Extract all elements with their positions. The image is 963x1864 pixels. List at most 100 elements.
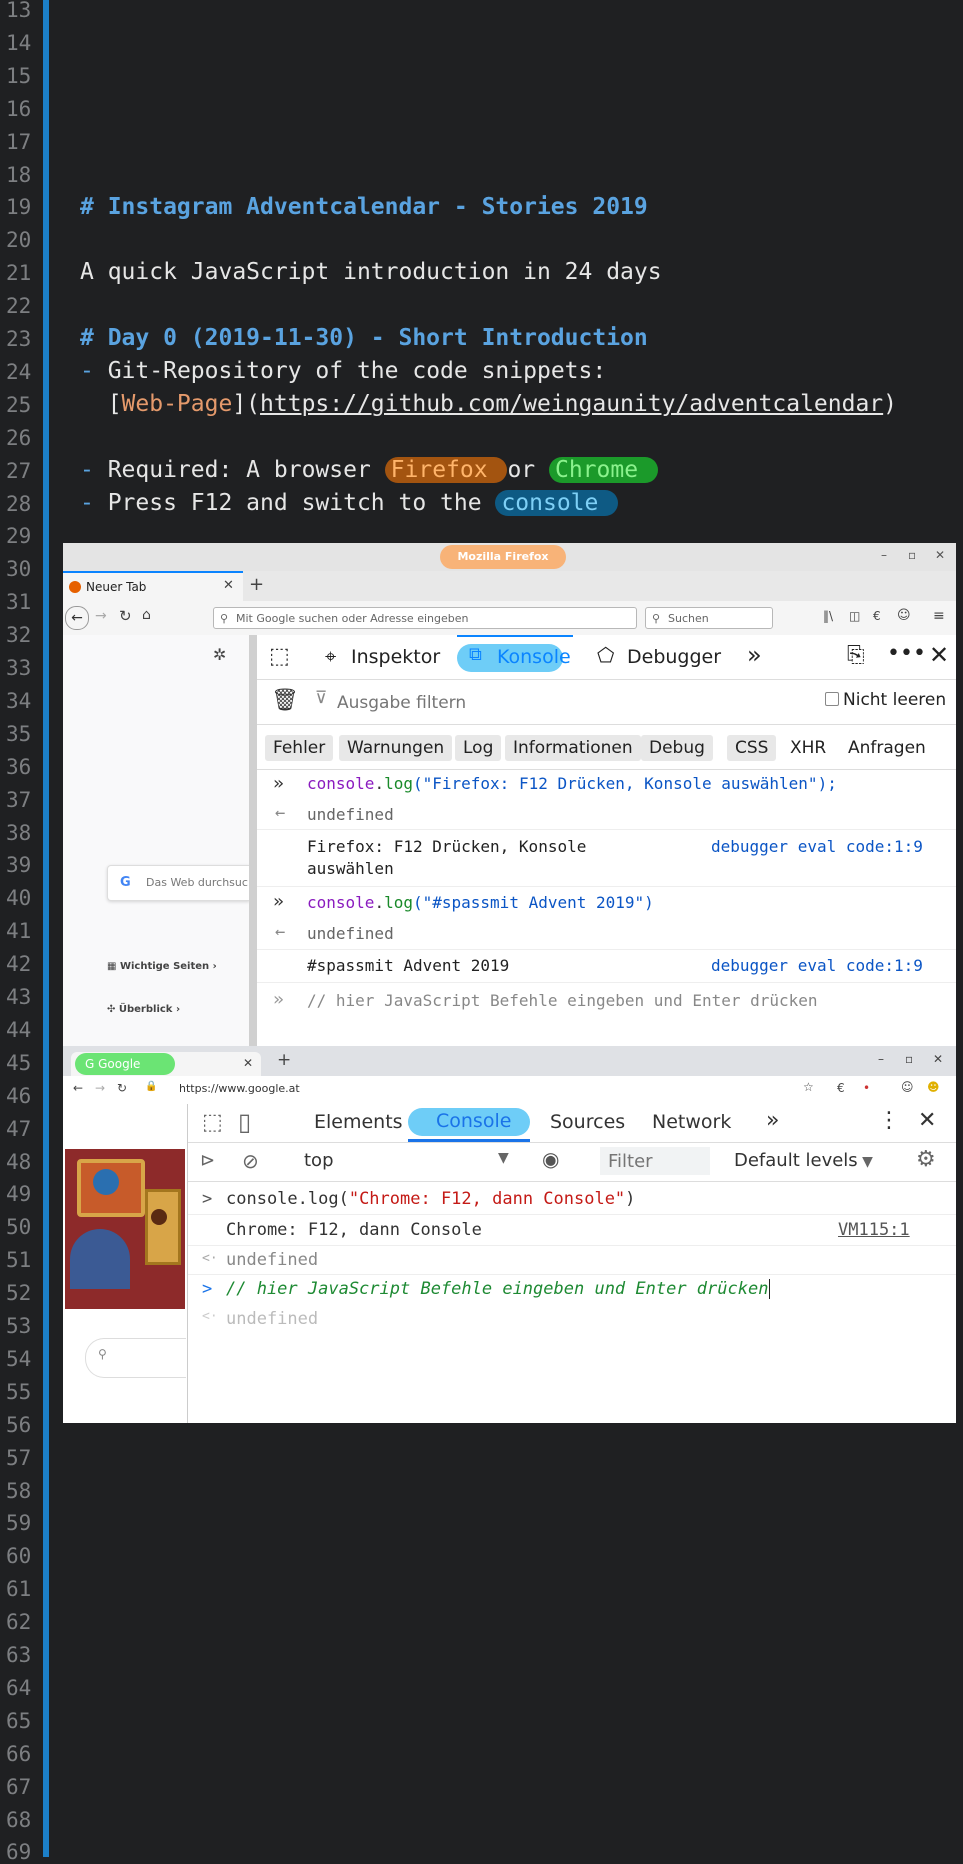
reload-icon[interactable]: ↻ xyxy=(119,607,132,625)
line-number: 37 xyxy=(6,787,32,812)
level-log[interactable]: Log xyxy=(455,735,502,761)
filter-xhr[interactable]: XHR xyxy=(782,735,834,761)
console-log-row: Chrome: F12, dann Console VM115:1 xyxy=(188,1215,956,1246)
extension-icon[interactable]: € xyxy=(837,1081,845,1095)
log-source-link[interactable]: debugger eval code:1:9 xyxy=(711,837,923,856)
extension-icon[interactable]: € xyxy=(873,609,881,623)
tab-sources[interactable]: Sources xyxy=(550,1111,625,1133)
highlights-toggle[interactable]: ✣ Überblick › xyxy=(107,1004,180,1015)
eye-icon[interactable]: ◉ xyxy=(542,1147,559,1171)
tab-elements[interactable]: Elements xyxy=(314,1111,403,1133)
list-item-required[interactable]: - Required: A browser Firefox or Chrome xyxy=(80,457,658,483)
search-placeholder: Suchen xyxy=(668,612,709,625)
element-picker-icon[interactable]: ⬚ xyxy=(269,644,290,669)
menu-icon[interactable]: ≡ xyxy=(933,608,945,624)
window-title: Mozilla Firefox xyxy=(440,545,566,569)
line-number: 41 xyxy=(6,919,32,944)
console-icon: ⧉ xyxy=(469,644,482,665)
tab-close-icon[interactable]: ✕ xyxy=(243,1056,253,1070)
minimize-icon[interactable]: – xyxy=(878,1052,884,1066)
trash-icon[interactable]: 🗑 xyxy=(271,688,299,713)
tab-console[interactable]: Console xyxy=(408,1104,530,1142)
debugger-icon: ⬠ xyxy=(597,643,615,667)
forward-icon[interactable]: → xyxy=(95,608,107,624)
clear-console-icon[interactable]: ⊘ xyxy=(242,1149,259,1173)
console-input-row[interactable]: » console.log("#spassmit Advent 2019") xyxy=(257,887,956,917)
log-source-link[interactable]: debugger eval code:1:9 xyxy=(711,956,923,975)
persist-checkbox[interactable] xyxy=(825,692,839,706)
url-bar[interactable]: ⚲ Mit Google suchen oder Adresse eingebe… xyxy=(213,607,637,629)
new-tab-icon[interactable]: + xyxy=(249,574,264,595)
web-search-box[interactable]: G Das Web durchsuc xyxy=(107,865,250,901)
list-item-press-f12[interactable]: - Press F12 and switch to the console xyxy=(80,490,619,516)
forward-icon[interactable]: → xyxy=(95,1081,105,1095)
minimize-icon[interactable]: – xyxy=(881,548,887,562)
prompt-chevron-icon: > xyxy=(202,1279,213,1299)
repo-url-link[interactable]: https://github.com/weingaunity/adventcal… xyxy=(260,391,883,417)
log-source-link[interactable]: VM115:1 xyxy=(838,1220,910,1240)
maximize-icon[interactable]: ▫ xyxy=(905,1052,913,1066)
more-options-icon[interactable]: ⋮ xyxy=(878,1108,900,1133)
more-tabs-icon[interactable]: » xyxy=(766,1108,779,1133)
intro-line[interactable]: A quick JavaScript introduction in 24 da… xyxy=(80,259,662,285)
level-informationen[interactable]: Informationen xyxy=(505,735,641,761)
tab-network[interactable]: Network xyxy=(652,1111,731,1133)
more-options-icon[interactable]: ••• xyxy=(887,641,926,666)
console-input-row[interactable]: > console.log("Chrome: F12, dann Console… xyxy=(188,1184,956,1215)
google-search-box[interactable]: ⚲ xyxy=(85,1338,186,1378)
more-tabs-icon[interactable]: » xyxy=(747,641,762,669)
element-picker-icon[interactable]: ⬚ xyxy=(202,1110,223,1135)
account-icon[interactable]: ☺ xyxy=(897,608,911,623)
line-number: 58 xyxy=(6,1478,32,1503)
console-filter-bar: ⊳ ⊘ top ▼ ◉ Default levels ▼ ⚙ xyxy=(188,1143,956,1182)
close-devtools-icon[interactable]: ✕ xyxy=(918,1108,936,1133)
line-number: 27 xyxy=(6,458,32,483)
back-icon[interactable]: ← xyxy=(65,606,89,630)
devtools-splitter[interactable] xyxy=(249,635,257,1047)
close-devtools-icon[interactable]: ✕ xyxy=(929,641,949,669)
maximize-icon[interactable]: ▫ xyxy=(908,548,916,562)
tab-neuer-tab[interactable]: Neuer Tab ✕ xyxy=(63,571,243,601)
console-prompt[interactable]: » // hier JavaScript Befehle eingeben un… xyxy=(257,985,956,1017)
level-debug[interactable]: Debug xyxy=(641,735,713,761)
sidebar-icon[interactable]: ◫ xyxy=(849,609,860,623)
close-icon[interactable]: ✕ xyxy=(935,548,945,562)
new-tab-icon[interactable]: + xyxy=(277,1050,291,1070)
gear-icon[interactable]: ✲ xyxy=(213,645,226,664)
level-warnungen[interactable]: Warnungen xyxy=(339,735,453,761)
console-filter-input[interactable] xyxy=(600,1147,710,1175)
line-number: 35 xyxy=(6,721,32,746)
url-text[interactable]: https://www.google.at xyxy=(179,1082,300,1095)
responsive-mode-icon[interactable]: ⎘ xyxy=(847,643,865,668)
markdown-link-line[interactable]: [Web-Page](https://github.com/weingaunit… xyxy=(80,391,897,417)
close-icon[interactable]: ✕ xyxy=(933,1052,943,1066)
sidebar-toggle-icon[interactable]: ⊳ xyxy=(200,1150,215,1171)
account-icon[interactable]: ☺ xyxy=(901,1080,914,1094)
menu-icon[interactable]: ☻ xyxy=(927,1080,940,1094)
heading-day0[interactable]: # Day 0 (2019-11-30) - Short Introductio… xyxy=(80,325,648,351)
heading-instagram[interactable]: # Instagram Adventcalendar - Stories 201… xyxy=(80,194,648,220)
console-filter-input[interactable] xyxy=(335,688,719,718)
level-fehler[interactable]: Fehler xyxy=(265,735,334,761)
reload-icon[interactable]: ↻ xyxy=(117,1081,127,1095)
filter-css[interactable]: CSS xyxy=(727,735,777,761)
console-prompt[interactable]: > // hier JavaScript Befehle eingeben un… xyxy=(188,1275,956,1305)
gear-icon[interactable]: ⚙ xyxy=(916,1147,936,1172)
list-item-git-repo[interactable]: - Git-Repository of the code snippets: xyxy=(80,358,606,384)
tab-console[interactable]: ⧉ Konsole xyxy=(457,635,573,679)
device-toolbar-icon[interactable]: ▯ xyxy=(238,1108,251,1136)
top-sites-toggle[interactable]: ▦ Wichtige Seiten › xyxy=(107,961,217,972)
tab-close-icon[interactable]: ✕ xyxy=(223,578,234,593)
back-icon[interactable]: ← xyxy=(73,1081,83,1095)
google-doodle-image[interactable] xyxy=(65,1149,185,1309)
filter-requests[interactable]: Anfragen xyxy=(840,735,934,761)
library-icon[interactable]: ‖\ xyxy=(823,609,833,623)
levels-dropdown[interactable]: Default levels ▼ xyxy=(734,1150,873,1171)
context-select[interactable]: top xyxy=(304,1150,334,1171)
tab-google[interactable]: G Google ✕ xyxy=(71,1052,261,1076)
bookmark-star-icon[interactable]: ☆ xyxy=(803,1080,814,1094)
home-icon[interactable]: ⌂ xyxy=(142,607,151,623)
console-input-row[interactable]: » console.log("Firefox: F12 Drücken, Kon… xyxy=(257,769,956,799)
search-box[interactable]: ⚲ Suchen xyxy=(645,607,773,629)
extension-red-icon[interactable]: • xyxy=(863,1081,870,1095)
